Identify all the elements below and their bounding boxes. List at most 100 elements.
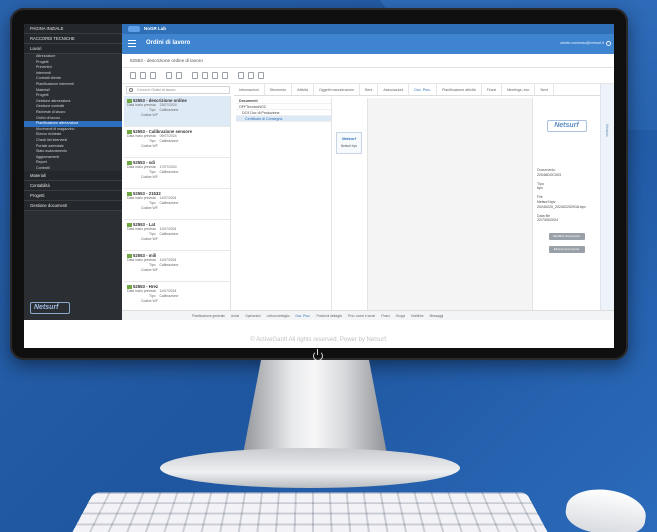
sidebar-main-item[interactable]: RACCORDI TECNICHE <box>24 34 122 44</box>
meta-value: 20240220_202402202918.bpv <box>537 204 586 209</box>
top-bar: NoGR Lab <box>122 24 614 34</box>
list-item-code: Codice WF <box>141 206 158 210</box>
bottom-tab[interactable]: Notifiche <box>411 311 423 320</box>
tree-node[interactable]: Certificato di Consegna <box>236 116 331 122</box>
meta-value: 22046DOC003 <box>537 172 561 177</box>
type-value: Calibrazione <box>159 108 179 112</box>
date-value: 11/07/2024 <box>159 227 177 231</box>
document-action-button[interactable]: Modifica documento <box>548 233 585 241</box>
detail-tab[interactable]: Strumento <box>265 84 293 95</box>
copy-icon[interactable] <box>150 72 156 79</box>
add-icon[interactable] <box>166 72 172 79</box>
list-item[interactable]: 52553 - sdi Data inizio prevista 17/07/202… <box>124 158 230 189</box>
copyright-text: © ActiveGantt All rights reserved. Power… <box>250 337 388 343</box>
new-icon[interactable] <box>130 72 136 79</box>
delete-icon[interactable] <box>176 72 182 79</box>
bottom-tab[interactable]: Pianificazione generale <box>192 311 225 320</box>
sidebar: PAGINA INIZIALE RACCORDI TECNICHE Lavori A… <box>24 24 122 320</box>
refresh-icon[interactable] <box>202 72 208 79</box>
bottom-tab[interactable]: Proc. lavori e lavori <box>348 311 375 320</box>
sidebar-main-item[interactable]: Lavori <box>24 44 122 54</box>
list-item-code: Codice WF <box>141 113 158 117</box>
hamburger-menu-icon[interactable] <box>128 40 136 47</box>
list-item-code: Codice WF <box>141 175 158 179</box>
bottom-tab[interactable]: Messaggi <box>430 311 444 320</box>
document-tree: Documenti OFFTecnicoNOC DC9 Doc di Produz… <box>236 98 332 320</box>
type-value: Calibrazione <box>159 170 179 174</box>
detail-tab[interactable]: Attività <box>292 84 314 95</box>
date-value: 11/07/2024 <box>159 196 177 200</box>
detail-tab[interactable]: Doc. Proc. <box>409 84 438 95</box>
info-icon[interactable] <box>258 72 264 79</box>
bottom-tab[interactable]: Posizioni dettaglio <box>316 311 342 320</box>
date-label: Data inizio prevista <box>127 165 156 169</box>
detail-tab[interactable]: Oggetti manutenzione <box>314 84 361 95</box>
document-preview-area <box>368 98 532 320</box>
filter-icon[interactable] <box>212 72 218 79</box>
bottom-tab[interactable]: Lettura dettaglio <box>267 311 290 320</box>
meta-value: bpv <box>537 186 543 191</box>
document-action-button[interactable]: Elimina documento <box>548 246 585 254</box>
print-icon[interactable] <box>192 72 198 79</box>
type-label: Tipo <box>149 139 156 143</box>
sidebar-section-item[interactable]: Contabilità <box>24 181 122 192</box>
mouse <box>563 484 649 532</box>
sidebar-section-item[interactable]: Gestione documenti <box>24 201 122 212</box>
date-label: Data inizio prevista <box>127 227 156 231</box>
document-thumbnail[interactable]: Netsurf Netsurf.bpv <box>336 132 362 154</box>
bottom-tab[interactable]: Gruppi <box>396 311 406 320</box>
date-label: Data inizio prevista <box>127 134 156 138</box>
thumbnail-caption: Netsurf.bpv <box>340 144 358 148</box>
page-title: Ordini di lavoro <box>146 40 191 46</box>
export-icon[interactable] <box>222 72 228 79</box>
document-logo: Netsurf <box>546 120 587 132</box>
power-icon <box>313 349 323 361</box>
list-item-code: Codice WF <box>141 299 158 303</box>
list-item[interactable]: 52553 - Calibrazione sensore Data inizio … <box>124 127 230 158</box>
list-item[interactable]: 52553 - 21532 Data inizio prevista 11/07/2… <box>124 189 230 220</box>
detail-tab[interactable]: Pianificazione attività <box>437 84 482 95</box>
sidebar-logo: Netsurf <box>30 302 70 314</box>
detail-tab[interactable]: Beni <box>360 84 379 95</box>
list-item[interactable]: 52553 - Hrez Data inizio prevista 11/07/20… <box>124 282 230 313</box>
search-input[interactable]: Cerca in Ordini di lavoro <box>126 86 230 94</box>
detail-tab[interactable]: Next <box>535 84 554 95</box>
detail-tab[interactable]: Meetings, eco <box>502 84 536 95</box>
type-value: Calibrazione <box>159 263 179 267</box>
screen: PAGINA INIZIALE RACCORDI TECNICHE Lavori A… <box>24 24 614 348</box>
record-subtitle: 52553 - descrizione ordine di lavoro <box>122 54 614 68</box>
attach-icon[interactable] <box>238 72 244 79</box>
date-value: 17/07/2024 <box>159 165 177 169</box>
type-label: Tipo <box>149 263 156 267</box>
save-icon[interactable] <box>140 72 146 79</box>
date-label: Data inizio prevista <box>127 196 156 200</box>
list-item[interactable]: 52553 - descrizione ordine Data inizio pr… <box>124 96 230 127</box>
sidebar-section-item[interactable]: Progetti <box>24 191 122 202</box>
bottom-tab[interactable]: Doc. Proc. <box>296 311 311 320</box>
type-label: Tipo <box>149 201 156 205</box>
page-header: Ordini di lavoro utente.connesso@netsurf… <box>122 34 614 54</box>
type-label: Tipo <box>149 294 156 298</box>
detail-tab[interactable]: Flussi <box>482 84 503 95</box>
search-placeholder: Cerca in Ordini di lavoro <box>137 88 176 92</box>
detail-tab[interactable]: Informazioni <box>234 84 265 95</box>
list-item[interactable]: 52553 - Lat Data inizio prevista 11/07/202… <box>124 220 230 251</box>
monitor-frame: PAGINA INIZIALE RACCORDI TECNICHE Lavori A… <box>10 8 628 361</box>
sidebar-section-item[interactable]: Materiali <box>24 171 122 182</box>
sidebar-main-item[interactable]: PAGINA INIZIALE <box>24 24 122 34</box>
bottom-tab[interactable]: Flussi <box>381 311 389 320</box>
list-item-code: Codice WF <box>141 237 158 241</box>
list-item[interactable]: 52553 - mili Data inizio prevista 11/07/20… <box>124 251 230 282</box>
metadata-strip-label: Metadati <box>605 124 609 138</box>
list-item-code: Codice WF <box>141 268 158 272</box>
metadata-strip[interactable]: Metadati <box>600 84 614 320</box>
calendar-icon[interactable] <box>248 72 254 79</box>
type-value: Calibrazione <box>159 232 179 236</box>
bottom-tab[interactable]: Operazioni <box>245 311 260 320</box>
settings-icon[interactable] <box>606 41 611 46</box>
user-account[interactable]: utente.connesso@netsurf.it <box>560 41 604 45</box>
bottom-tab[interactable]: Avvisi <box>231 311 239 320</box>
detail-tab[interactable]: Associazioni <box>378 84 410 95</box>
toolbar <box>122 68 614 84</box>
date-label: Data inizio prevista <box>127 289 156 293</box>
